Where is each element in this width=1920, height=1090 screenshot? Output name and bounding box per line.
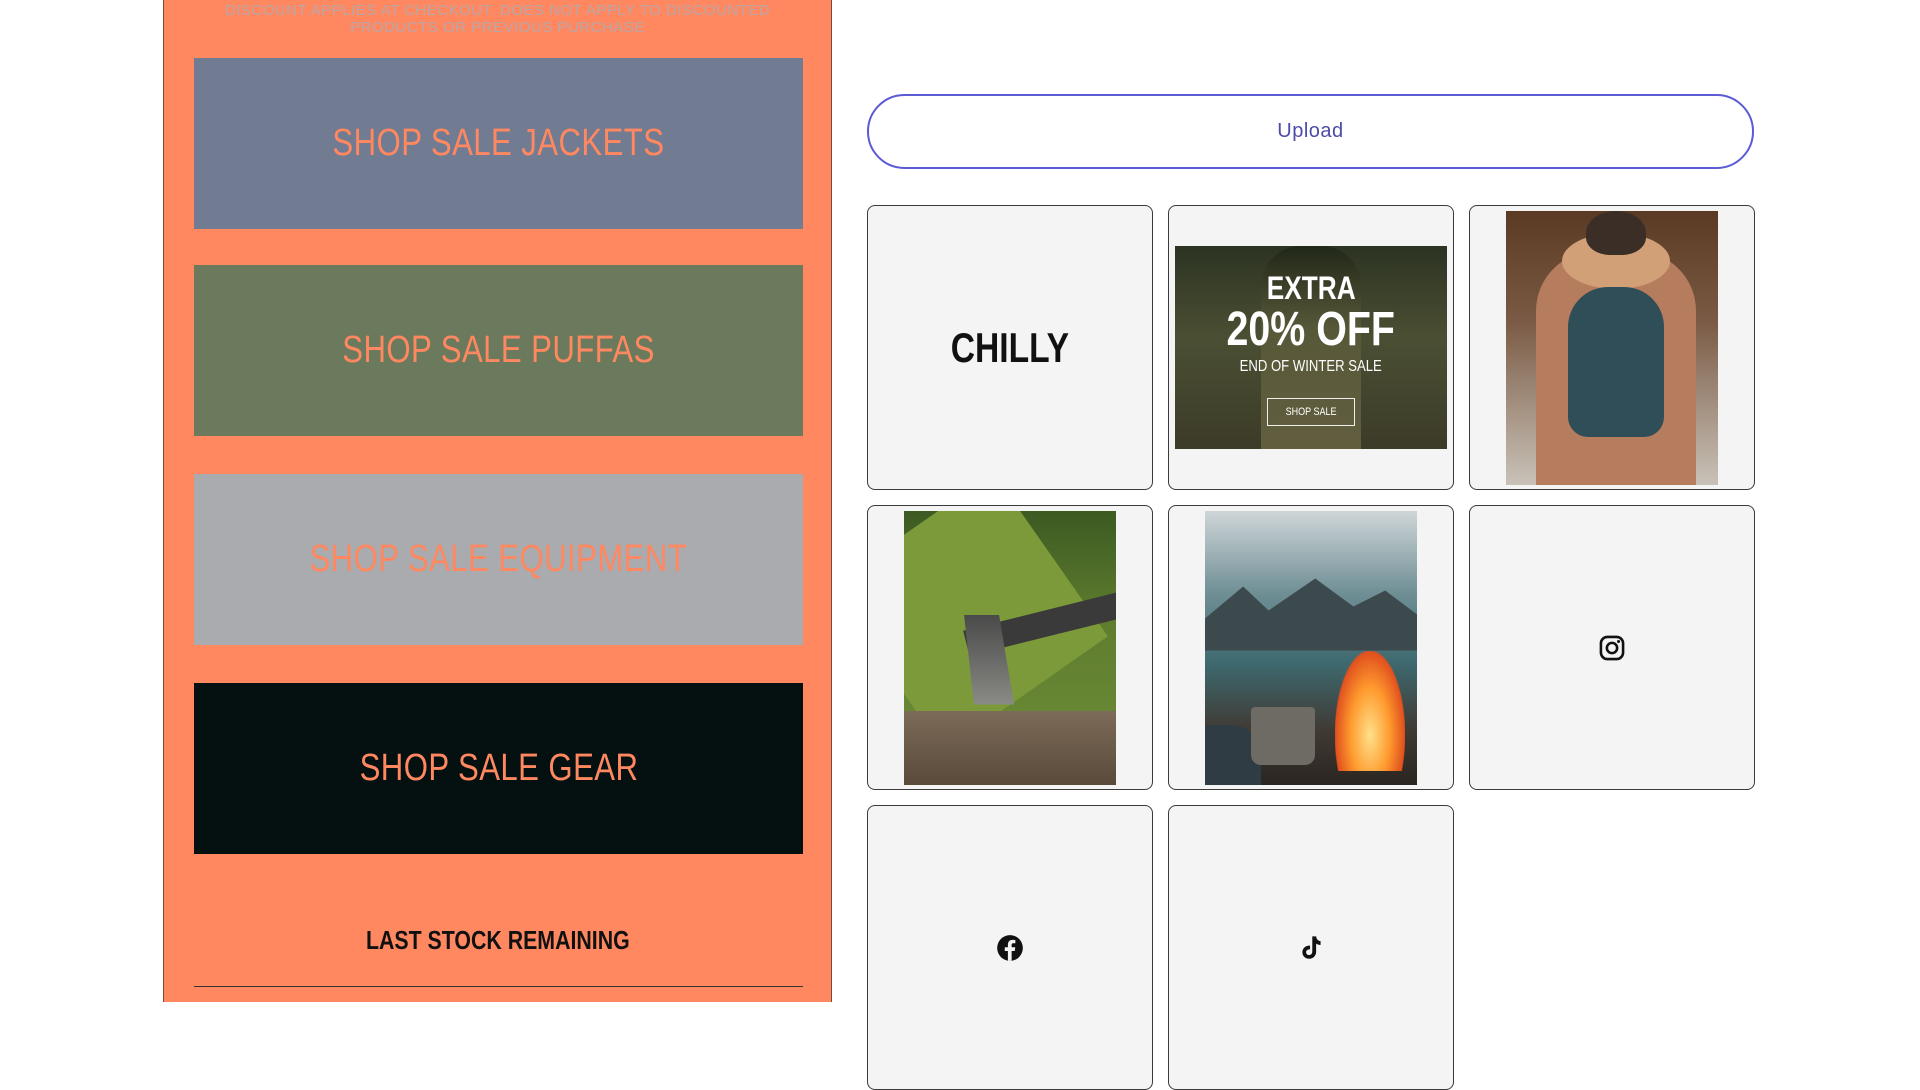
banner-shop-sale-cta: SHOP SALE	[1267, 398, 1355, 426]
last-stock-label: LAST STOCK REMAINING	[365, 925, 630, 955]
asset-tile-backpack-photo[interactable]	[1469, 205, 1755, 490]
sale-banner-image: EXTRA 20% OFF END OF WINTER SALE SHOP SA…	[1175, 246, 1447, 449]
chilly-logo-text: CHILLY	[950, 323, 1070, 371]
photo-mountains-shape	[1205, 578, 1417, 651]
banner-subtitle-text: END OF WINTER SALE	[1239, 358, 1383, 375]
asset-tile-sale-banner[interactable]: EXTRA 20% OFF END OF WINTER SALE SHOP SA…	[1168, 205, 1454, 490]
photo-log-shape	[904, 710, 1116, 785]
shop-sale-gear-button[interactable]: SHOP SALE GEAR	[194, 683, 803, 854]
axe-photo	[904, 510, 1116, 785]
shop-sale-equipment-button[interactable]: SHOP SALE EQUIPMENT	[194, 474, 803, 645]
shop-sale-puffas-label: SHOP SALE PUFFAS	[342, 329, 655, 371]
photo-fire-shape	[1335, 650, 1405, 771]
shop-sale-gear-label: SHOP SALE GEAR	[359, 747, 638, 789]
tiktok-icon	[1302, 935, 1321, 959]
upload-label: Upload	[1277, 120, 1344, 142]
section-divider	[194, 986, 803, 987]
instagram-icon	[1599, 635, 1625, 660]
asset-tile-tiktok[interactable]	[1168, 805, 1454, 1090]
banner-discount-text: 20% OFF	[1226, 303, 1396, 356]
email-preview: DISCOUNT APPLIES AT CHECKOUT. DOES NOT A…	[163, 0, 832, 1002]
last-stock-heading: LAST STOCK REMAINING	[164, 925, 831, 956]
discount-disclaimer: DISCOUNT APPLIES AT CHECKOUT. DOES NOT A…	[224, 2, 771, 36]
campfire-photo	[1205, 510, 1417, 785]
chilly-logo: CHILLY	[936, 324, 1084, 372]
asset-tile-campfire-photo[interactable]	[1168, 505, 1454, 790]
asset-tile-chilly-logo[interactable]: CHILLY	[867, 205, 1153, 490]
shop-sale-jackets-label: SHOP SALE JACKETS	[332, 122, 665, 164]
photo-backpack-shape	[1568, 286, 1664, 437]
upload-button[interactable]: Upload	[867, 94, 1754, 169]
shop-sale-jackets-button[interactable]: SHOP SALE JACKETS	[194, 58, 803, 229]
photo-head-shape	[1586, 210, 1646, 255]
asset-tile-axe-photo[interactable]	[867, 505, 1153, 790]
backpack-photo	[1506, 210, 1718, 485]
shop-sale-puffas-button[interactable]: SHOP SALE PUFFAS	[194, 265, 803, 436]
asset-tile-facebook[interactable]	[867, 805, 1153, 1090]
shop-sale-equipment-label: SHOP SALE EQUIPMENT	[309, 538, 688, 580]
photo-mug-shape	[1251, 706, 1315, 765]
asset-tile-instagram[interactable]	[1469, 505, 1755, 790]
facebook-icon	[997, 934, 1023, 961]
